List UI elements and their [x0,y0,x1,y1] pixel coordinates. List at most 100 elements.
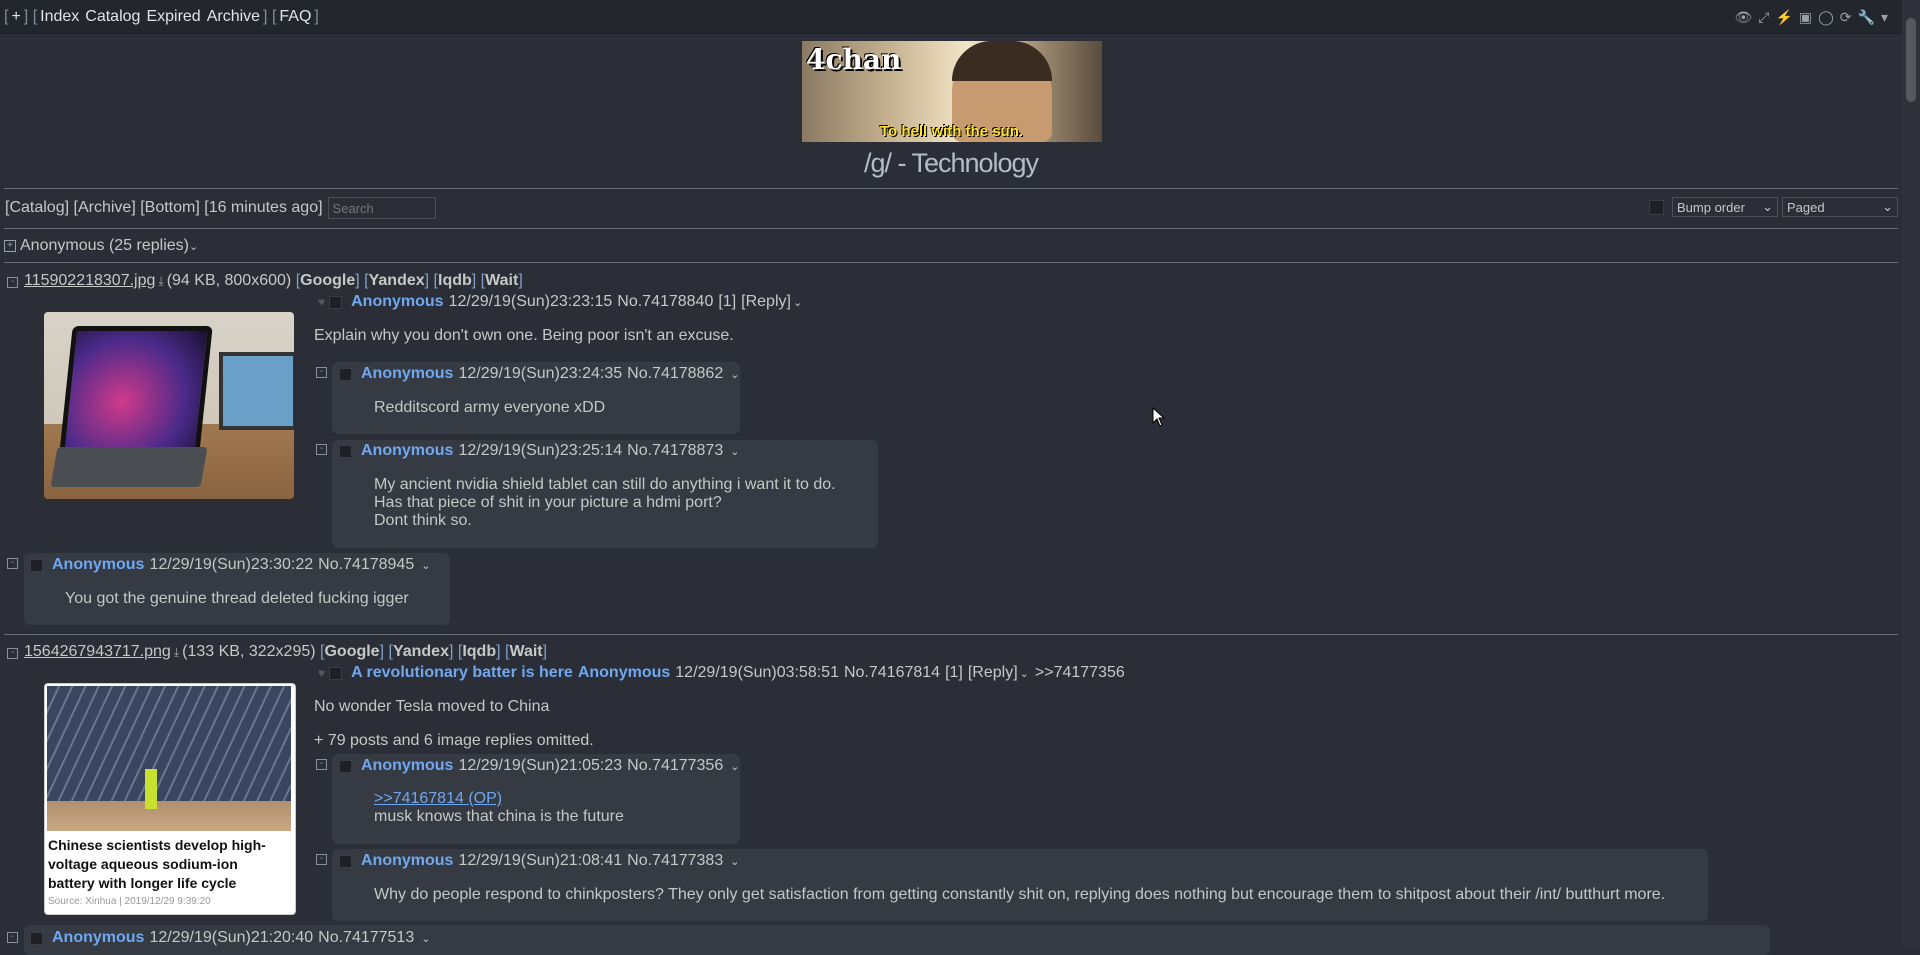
thread-thumbnail[interactable] [44,312,294,499]
search-input[interactable] [327,197,436,219]
poster-name: Anonymous [52,929,145,946]
wrench-icon[interactable]: 🔧 [1858,9,1875,26]
post-checkbox[interactable] [339,854,352,868]
post-checkbox[interactable] [339,444,352,458]
nav-link-faq[interactable]: FAQ [279,8,311,26]
chevron-down-icon[interactable]: ▾ [1881,9,1888,26]
post-message: Redditscord army everyone xDD [374,399,606,416]
yandex-search-link[interactable]: Yandex [369,272,425,290]
updated-time-link[interactable]: 16 minutes ago [209,199,318,217]
quote-link[interactable]: >>74167814 (OP) [374,790,502,808]
expand-thread-icon[interactable]: + [4,240,16,252]
backlink[interactable]: >>74177356 [1035,664,1125,682]
nav-link-expired[interactable]: Expired [146,8,200,26]
google-search-link[interactable]: Google [324,643,379,661]
archive-link[interactable]: Archive [78,199,131,217]
chevron-down-icon[interactable]: ⌄ [730,855,739,868]
post-checkbox[interactable] [339,759,352,773]
post-message: Dont think so. [374,512,472,529]
lightning-icon[interactable]: ⚡ [1775,9,1792,26]
catalog-link[interactable]: Catalog [9,199,64,217]
post-number[interactable]: No.74177383 [627,852,723,870]
heart-icon[interactable]: ♥ [318,295,325,309]
chevron-down-icon[interactable]: ⌄ [730,760,739,773]
hide-post-icon[interactable]: - [7,558,18,569]
thread-thumbnail[interactable]: Chinese scientists develop high-voltage … [44,683,296,915]
post-checkbox[interactable] [30,558,43,572]
scrollbar[interactable] [1902,0,1920,948]
post-number[interactable]: No.74178840 [617,293,713,311]
post-message: Has that piece of shit in your picture a… [374,494,722,511]
google-search-link[interactable]: Google [300,272,355,290]
chat-bubble-icon[interactable]: ◯ [1818,9,1834,26]
hide-post-icon[interactable]: - [316,367,327,378]
scrollbar-thumb[interactable] [1906,18,1916,102]
reply-link[interactable]: [Reply] [741,293,791,311]
chevron-down-icon[interactable]: ⌄ [421,559,430,572]
download-icon[interactable]: ⤓ [158,274,163,289]
reply-post-info: Anonymous 12/29/19(Sun)23:30:22 No.74178… [30,556,430,574]
post-checkbox[interactable] [329,295,343,309]
op-post-info: ♥ A revolutionary batter is here Anonymo… [318,664,1125,682]
iqdb-search-link[interactable]: Iqdb [438,272,472,290]
chevron-down-icon[interactable]: ⌄ [189,240,198,253]
post-date: 12/29/19(Sun)21:05:23 [458,757,623,774]
hidden-thread-stub[interactable]: + Anonymous (25 replies) ⌄ [4,237,198,255]
reply-post-info: Anonymous 12/29/19(Sun)23:24:35 No.74178… [339,365,739,383]
hide-post-icon[interactable]: - [316,854,327,865]
expand-icon[interactable]: ⤢ [1758,9,1769,26]
post-message: You got the genuine thread deleted fucki… [65,590,409,607]
post-checkbox[interactable] [329,666,343,680]
hide-post-icon[interactable]: - [7,932,18,943]
thumbnail-caption: Chinese scientists develop high-voltage … [48,837,266,891]
nav-link-archive[interactable]: Archive [207,8,260,26]
wait-search-link[interactable]: Wait [485,272,518,290]
download-icon[interactable]: ⤓ [174,645,179,660]
banner-caption: To hell with the sun. [880,123,1024,140]
wait-search-link[interactable]: Wait [509,643,542,661]
hide-post-icon[interactable]: - [316,444,327,455]
file-link[interactable]: 1564267943717.png [24,643,171,661]
file-link[interactable]: 115902218307.jpg [24,272,155,290]
board-nav: [Catalog] [Archive] [Bottom] [16 minutes… [5,197,436,219]
op-post-info: ♥ Anonymous 12/29/19(Sun)23:23:15 No.741… [318,293,802,311]
poster-name: Anonymous [361,757,454,774]
hide-thread-icon[interactable]: - [7,648,18,659]
post-number[interactable]: No.74177513 [318,929,414,947]
hide-thread-icon[interactable]: - [7,277,18,288]
sort-order-select[interactable]: Bump order ⌄ [1672,197,1778,217]
poster-name: Anonymous [577,664,671,681]
bottom-link[interactable]: Bottom [145,199,196,217]
hide-post-icon[interactable]: - [316,759,327,770]
post-date: 12/29/19(Sun)23:23:15 [448,293,613,310]
index-mode-select[interactable]: Paged ⌄ [1782,197,1898,217]
nav-link-index[interactable]: Index [40,8,79,26]
refresh-icon[interactable]: ⟳ [1840,9,1852,26]
toggle-boards-button[interactable]: + [11,8,20,26]
chevron-down-icon[interactable]: ⌄ [1020,667,1029,680]
board-title: /g/ - Technology [863,148,1039,178]
board-banner[interactable]: 4chan To hell with the sun. [802,41,1102,142]
post-number[interactable]: No.74177356 [627,757,723,775]
post-number[interactable]: No.74178873 [627,442,723,460]
post-number[interactable]: No.74178945 [318,556,414,574]
chevron-down-icon[interactable]: ⌄ [793,296,802,309]
image-icon[interactable]: ▣ [1799,9,1812,26]
chevron-down-icon[interactable]: ⌄ [730,445,739,458]
iqdb-search-link[interactable]: Iqdb [462,643,496,661]
chevron-down-icon[interactable]: ⌄ [421,932,430,945]
chevron-down-icon: ⌄ [1882,199,1893,214]
post-checkbox[interactable] [339,367,352,381]
post-number[interactable]: No.74178862 [627,365,723,383]
thumbnail-source: Source: Xinhua | 2019/12/29 9:39:20 [48,896,211,907]
eye-icon[interactable]: 👁 [1734,9,1752,26]
chevron-down-icon[interactable]: ⌄ [730,368,739,381]
post-checkbox[interactable] [30,931,43,945]
yandex-search-link[interactable]: Yandex [393,643,449,661]
post-number[interactable]: No.74167814 [844,664,940,682]
nav-link-catalog[interactable]: Catalog [85,8,140,26]
post-date: 12/29/19(Sun)03:58:51 [675,664,839,681]
reply-link[interactable]: [Reply] [968,664,1018,682]
heart-icon[interactable]: ♥ [318,666,325,680]
sort-checkbox[interactable] [1649,199,1664,215]
